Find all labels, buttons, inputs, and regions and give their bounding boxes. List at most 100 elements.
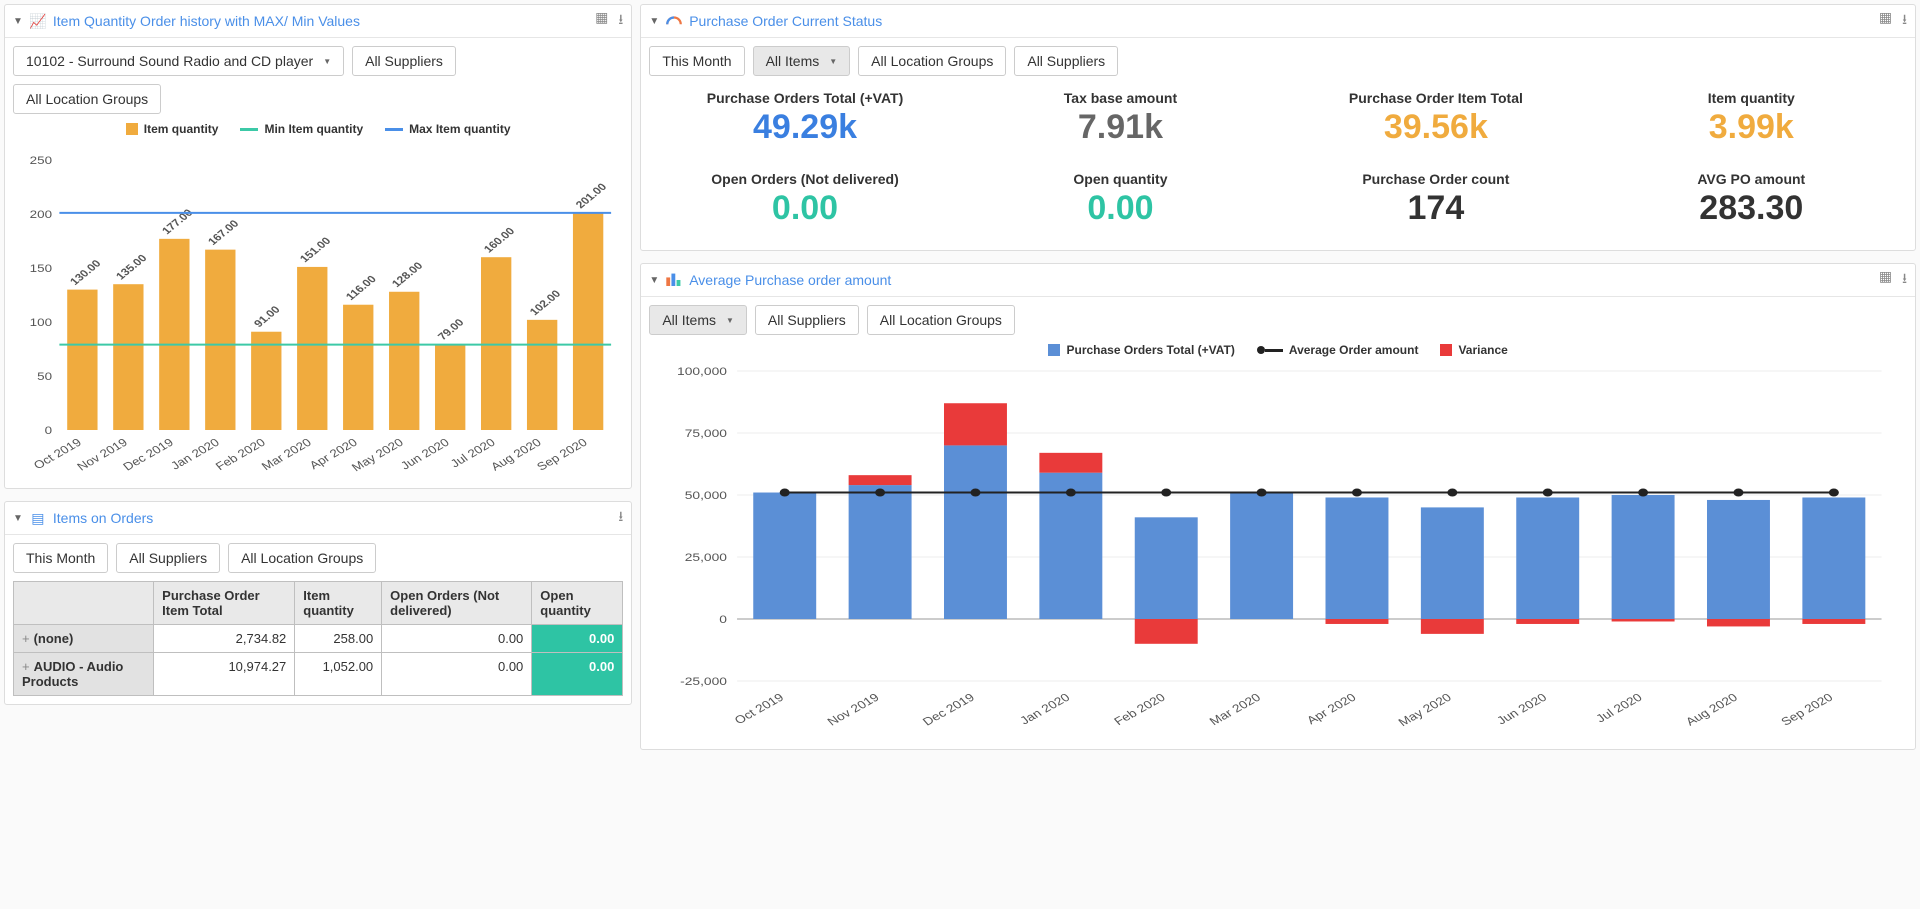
filter-this-month[interactable]: This Month	[13, 543, 108, 573]
svg-text:150: 150	[30, 262, 53, 275]
kpi-label: Purchase Order Item Total	[1284, 90, 1587, 106]
kpi-label: Purchase Order count	[1284, 171, 1587, 187]
svg-text:Mar 2020: Mar 2020	[1207, 691, 1264, 728]
gauge-icon	[665, 13, 683, 30]
kpi-card: Purchase Order count 174	[1280, 165, 1591, 242]
svg-text:-25,000: -25,000	[680, 675, 727, 687]
filter-suppliers[interactable]: All Suppliers	[1014, 46, 1118, 76]
filter-location-groups[interactable]: All Location Groups	[13, 84, 161, 114]
kpi-value: 174	[1284, 189, 1587, 228]
kpi-card: Tax base amount 7.91k	[965, 84, 1276, 161]
filter-item[interactable]: 10102 - Surround Sound Radio and CD play…	[13, 46, 344, 76]
svg-text:Mar 2020: Mar 2020	[259, 436, 314, 473]
svg-text:250: 250	[30, 154, 53, 167]
svg-text:Jul 2020: Jul 2020	[1594, 691, 1646, 725]
svg-text:Aug 2020: Aug 2020	[488, 436, 544, 473]
svg-text:May 2020: May 2020	[349, 436, 406, 474]
col-open-orders[interactable]: Open Orders (Not delivered)	[382, 582, 532, 625]
svg-text:Feb 2020: Feb 2020	[213, 436, 268, 473]
panel-avg-po-amount: ▼ Average Purchase order amount ▦ ⭳ All …	[640, 263, 1916, 750]
svg-text:100,000: 100,000	[677, 365, 727, 377]
grid-icon[interactable]: ▦	[1879, 9, 1892, 33]
kpi-value: 39.56k	[1284, 108, 1587, 147]
filter-all-items[interactable]: All Items	[753, 46, 851, 76]
line-chart-icon: 📈	[29, 13, 47, 30]
svg-text:151.00: 151.00	[298, 236, 334, 265]
kpi-value: 3.99k	[1600, 108, 1903, 147]
svg-text:200: 200	[30, 208, 53, 221]
filter-location-groups[interactable]: All Location Groups	[228, 543, 376, 573]
kpi-grid: Purchase Orders Total (+VAT) 49.29kTax b…	[649, 84, 1907, 242]
avg-po-chart: -25,000 0 25,000 50,000 75,000 100,000 Oct 201…	[649, 361, 1907, 741]
chart-legend: Purchase Orders Total (+VAT) Average Ord…	[649, 343, 1907, 357]
panel-title: Average Purchase order amount	[689, 272, 891, 288]
panel-title: Items on Orders	[53, 510, 153, 526]
kpi-value: 283.30	[1600, 189, 1903, 228]
svg-text:Nov 2019: Nov 2019	[74, 436, 130, 473]
svg-text:Sep 2020: Sep 2020	[1779, 691, 1836, 728]
filter-location-groups[interactable]: All Location Groups	[858, 46, 1006, 76]
svg-text:130.00: 130.00	[68, 258, 104, 287]
svg-text:Oct 2019: Oct 2019	[732, 691, 787, 727]
svg-text:75,000: 75,000	[685, 427, 727, 439]
collapse-icon[interactable]: ▼	[13, 16, 23, 27]
svg-text:Sep 2020: Sep 2020	[534, 436, 590, 473]
grid-icon[interactable]: ▦	[1879, 268, 1892, 292]
expand-icon[interactable]: +	[22, 659, 30, 674]
collapse-icon[interactable]: ▼	[649, 275, 659, 286]
col-open-quantity[interactable]: Open quantity	[532, 582, 623, 625]
filter-suppliers[interactable]: All Suppliers	[352, 46, 456, 76]
kpi-label: Item quantity	[1600, 90, 1903, 106]
svg-text:May 2020: May 2020	[1396, 691, 1455, 729]
svg-text:Jun 2020: Jun 2020	[398, 436, 452, 472]
kpi-card: Open Orders (Not delivered) 0.00	[649, 165, 960, 242]
svg-text:25,000: 25,000	[685, 551, 727, 563]
grid-icon[interactable]: ▦	[595, 9, 608, 33]
panel-title: Item Quantity Order history with MAX/ Mi…	[53, 13, 360, 29]
kpi-label: Open quantity	[969, 171, 1272, 187]
kpi-card: Purchase Order Item Total 39.56k	[1280, 84, 1591, 161]
kpi-label: AVG PO amount	[1600, 171, 1903, 187]
download-icon[interactable]: ⭳	[1902, 9, 1907, 33]
kpi-label: Open Orders (Not delivered)	[653, 171, 956, 187]
svg-text:167.00: 167.00	[206, 218, 242, 247]
col-item-quantity[interactable]: Item quantity	[295, 582, 382, 625]
chart-legend: Item quantity Min Item quantity Max Item…	[13, 122, 623, 136]
svg-text:160.00: 160.00	[482, 226, 518, 255]
kpi-value: 49.29k	[653, 108, 956, 147]
download-icon[interactable]: ⭳	[1902, 268, 1907, 292]
filter-location-groups[interactable]: All Location Groups	[867, 305, 1015, 335]
kpi-label: Purchase Orders Total (+VAT)	[653, 90, 956, 106]
svg-text:Apr 2020: Apr 2020	[1304, 691, 1359, 727]
filter-this-month[interactable]: This Month	[649, 46, 744, 76]
kpi-card: Open quantity 0.00	[965, 165, 1276, 242]
table-row[interactable]: +(none) 2,734.82258.000.000.00	[14, 625, 623, 653]
panel-items-on-orders: ▼ ▤ Items on Orders ⭳ This Month All Sup…	[4, 501, 632, 705]
panel-title: Purchase Order Current Status	[689, 13, 882, 29]
download-icon[interactable]: ⭳	[618, 9, 623, 33]
bar-chart-icon	[665, 271, 683, 289]
svg-text:50: 50	[37, 370, 52, 383]
kpi-card: Purchase Orders Total (+VAT) 49.29k	[649, 84, 960, 161]
filter-suppliers[interactable]: All Suppliers	[755, 305, 859, 335]
filter-all-items[interactable]: All Items	[649, 305, 747, 335]
svg-text:0: 0	[720, 613, 728, 625]
collapse-icon[interactable]: ▼	[13, 513, 23, 524]
table-row[interactable]: +AUDIO - Audio Products 10,974.271,052.0…	[14, 653, 623, 696]
kpi-value: 0.00	[653, 189, 956, 228]
kpi-label: Tax base amount	[969, 90, 1272, 106]
collapse-icon[interactable]: ▼	[649, 16, 659, 27]
expand-icon[interactable]: +	[22, 631, 30, 646]
kpi-card: Item quantity 3.99k	[1596, 84, 1907, 161]
svg-text:Jan 2020: Jan 2020	[1018, 691, 1074, 727]
svg-text:Aug 2020: Aug 2020	[1683, 691, 1740, 728]
filter-suppliers[interactable]: All Suppliers	[116, 543, 220, 573]
svg-text:50,000: 50,000	[685, 489, 727, 501]
item-quantity-chart: 050100150200250130.00Oct 2019135.00Nov 2…	[13, 140, 623, 480]
panel-po-current-status: ▼ Purchase Order Current Status ▦ ⭳ This…	[640, 4, 1916, 251]
svg-text:128.00: 128.00	[390, 260, 426, 289]
download-icon[interactable]: ⭳	[618, 506, 623, 530]
panel-item-quantity-history: ▼ 📈 Item Quantity Order history with MAX…	[4, 4, 632, 489]
svg-text:Nov 2019: Nov 2019	[825, 691, 882, 728]
col-po-item-total[interactable]: Purchase Order Item Total	[154, 582, 295, 625]
